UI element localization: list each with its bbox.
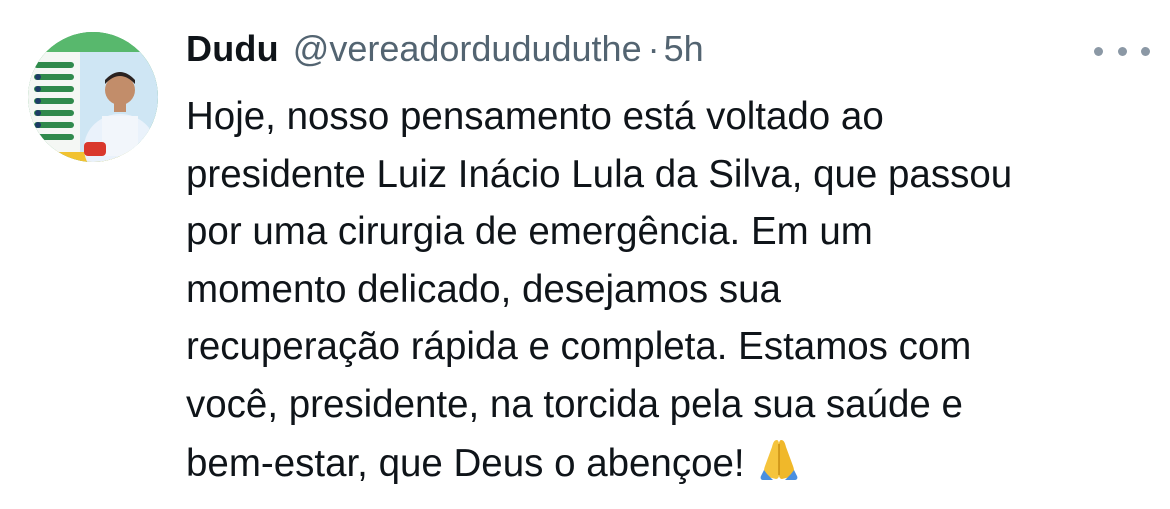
display-name[interactable]: Dudu (186, 28, 279, 70)
tweet-text-line: presidente Luiz Inácio Lula da Silva, qu… (186, 152, 1013, 196)
folded-hands-emoji (755, 434, 803, 499)
separator-dot: · (647, 28, 660, 69)
more-horizontal-icon (1117, 46, 1127, 56)
tweet: Dudu @vereadordududuthe · 5h Hoje, nosso… (0, 0, 1170, 509)
avatar[interactable] (28, 32, 158, 162)
tweet-text-line-last: bem-estar, que Deus o abençoe! (186, 434, 1156, 499)
timestamp[interactable]: 5h (664, 28, 704, 70)
user-handle[interactable]: @vereadordududuthe (293, 28, 642, 70)
tweet-text-line: momento delicado, desejamos sua (186, 267, 781, 311)
tweet-header: Dudu @vereadordududuthe · 5h (186, 28, 704, 78)
tweet-text-line: recuperação rápida e completa. Estamos c… (186, 325, 972, 369)
more-horizontal-icon (1094, 46, 1103, 56)
tweet-text-line: Hoje, nosso pensamento está voltado ao (186, 95, 884, 138)
tweet-text: Hoje, nosso pensamento está voltado ao p… (186, 88, 1156, 498)
more-options-button[interactable] (1094, 36, 1150, 66)
more-horizontal-icon (1141, 46, 1150, 56)
tweet-text-line: você, presidente, na torcida pela sua sa… (186, 382, 963, 426)
tweet-text-line: por uma cirurgia de emergência. Em um (186, 210, 873, 254)
tweet-text-line: bem-estar, que Deus o abençoe! (186, 441, 745, 485)
avatar-image (28, 32, 158, 162)
